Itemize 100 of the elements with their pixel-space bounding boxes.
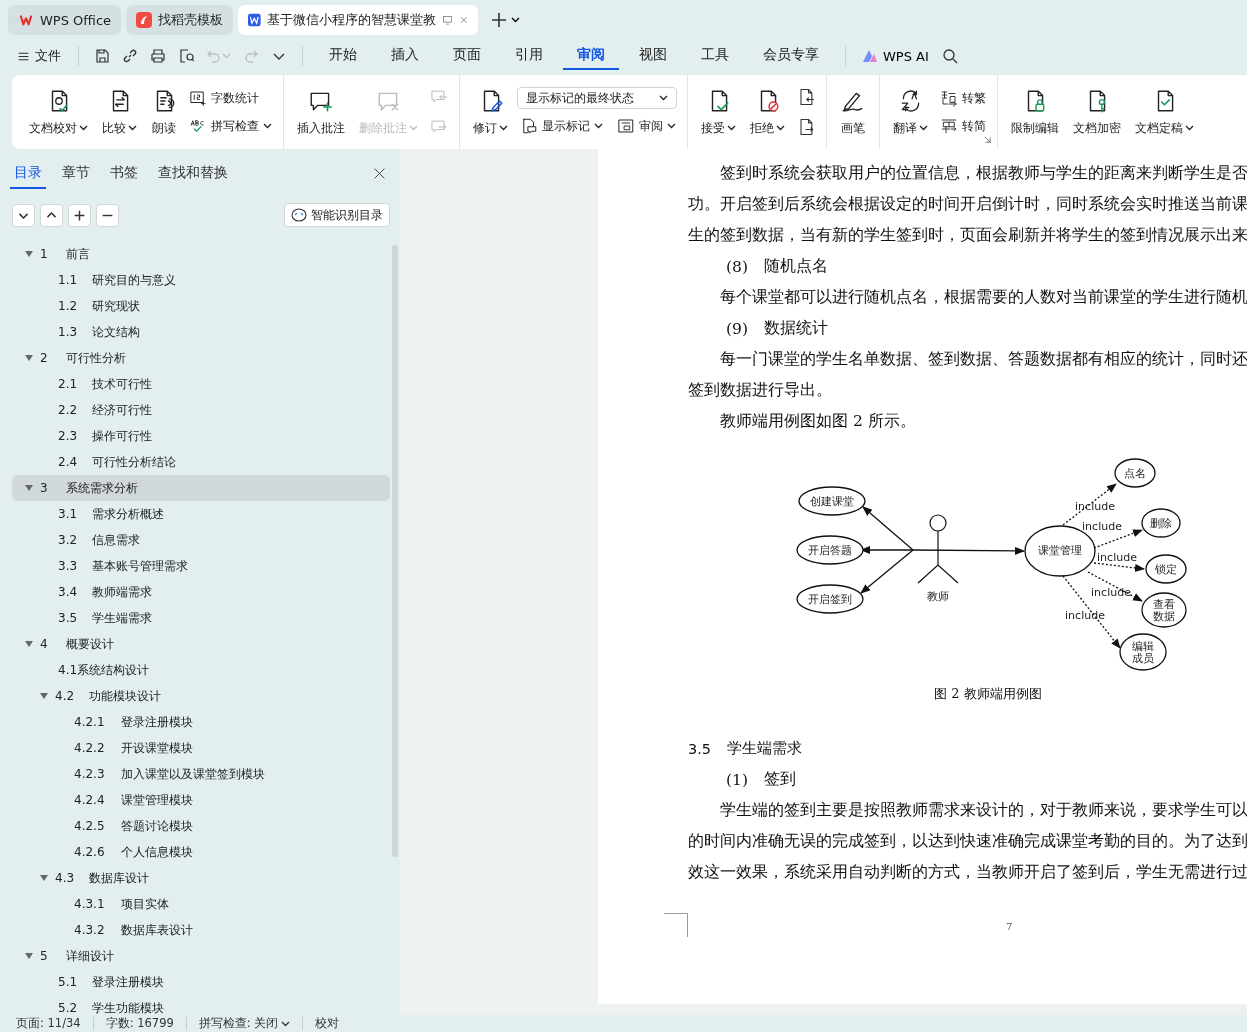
toc-item[interactable]: 4.3 数据库设计 bbox=[12, 865, 390, 891]
use-case: 开启答题 bbox=[796, 535, 864, 565]
toc-item[interactable]: 3.5 学生端需求 bbox=[12, 605, 390, 631]
ribbon-tab[interactable]: 页面 bbox=[439, 42, 495, 70]
ribbon-tab[interactable]: 插入 bbox=[377, 42, 433, 70]
ai-button[interactable]: WPS AI bbox=[858, 45, 933, 67]
ribbon-button[interactable]: 朗读 bbox=[146, 83, 182, 141]
expand-arrow-icon[interactable] bbox=[25, 251, 33, 257]
print-preview-icon bbox=[178, 48, 194, 64]
ribbon-button[interactable]: 转繁 bbox=[937, 87, 989, 109]
toc-item[interactable]: 1 前言 bbox=[12, 241, 390, 267]
toc-item[interactable]: 4.2.5 答题讨论模块 bbox=[12, 813, 390, 839]
ribbon-button[interactable]: 翻译 bbox=[888, 83, 933, 141]
ribbon-button[interactable]: 插入批注 bbox=[292, 83, 350, 141]
toc-item[interactable]: 5.2 学生功能模块 bbox=[12, 995, 390, 1015]
toc-item[interactable]: 4.2.2 开设课堂模块 bbox=[12, 735, 390, 761]
pane-tab[interactable]: 查找和替换 bbox=[154, 161, 232, 189]
toc-item[interactable]: 4.3.1 项目实体 bbox=[12, 891, 390, 917]
crop-mark bbox=[664, 913, 688, 937]
ribbon-tab[interactable]: 引用 bbox=[501, 42, 557, 70]
toc-item[interactable]: 1.2 研究现状 bbox=[12, 293, 390, 319]
ribbon-button[interactable]: 审阅 bbox=[614, 115, 679, 137]
toc-item[interactable]: 3.4 教师端需求 bbox=[12, 579, 390, 605]
ribbon-button[interactable]: 接受 bbox=[696, 83, 741, 141]
ribbon-button[interactable]: 比较 bbox=[97, 83, 142, 141]
ribbon-button[interactable]: 字数统计 bbox=[186, 87, 275, 109]
toc-item[interactable]: 1.1 研究目的与意义 bbox=[12, 267, 390, 293]
promote-button[interactable] bbox=[68, 203, 91, 227]
toc-item[interactable]: 2 可行性分析 bbox=[12, 345, 390, 371]
ribbon-tab[interactable]: 会员专享 bbox=[749, 42, 833, 70]
save-icon bbox=[94, 48, 110, 64]
redo-icon bbox=[243, 48, 259, 64]
ribbon-button[interactable]: 限制编辑 bbox=[1006, 83, 1064, 141]
pane-tab[interactable]: 目录 bbox=[10, 161, 46, 189]
ribbon-button[interactable]: 修订 bbox=[468, 83, 513, 141]
expand-arrow-icon[interactable] bbox=[25, 953, 33, 959]
list-heading: 随机点名 bbox=[763, 256, 828, 277]
status-item[interactable]: 校对 bbox=[303, 1017, 352, 1030]
toc-item[interactable]: 3.3 基本账号管理需求 bbox=[12, 553, 390, 579]
toc-item[interactable]: 4.1系统结构设计 bbox=[12, 657, 390, 683]
expand-button[interactable] bbox=[40, 203, 63, 227]
print-icon bbox=[150, 48, 166, 64]
toc-item[interactable]: 2.4 可行性分析结论 bbox=[12, 449, 390, 475]
toc-item[interactable]: 3.1 需求分析概述 bbox=[12, 501, 390, 527]
toc-item[interactable]: 2.2 经济可行性 bbox=[12, 397, 390, 423]
expand-arrow-icon[interactable] bbox=[40, 693, 48, 699]
ribbon-button[interactable]: 拒绝 bbox=[745, 83, 790, 141]
expand-arrow-icon[interactable] bbox=[25, 485, 33, 491]
toc-item[interactable]: 3 系统需求分析 bbox=[12, 475, 390, 501]
expand-arrow-icon[interactable] bbox=[25, 355, 33, 361]
paragraph-line: 签到数据进行导出。 bbox=[688, 380, 833, 401]
ribbon-button[interactable]: 画笔 bbox=[835, 83, 871, 141]
include-label: include bbox=[1065, 609, 1105, 622]
ribbon-tab[interactable]: 视图 bbox=[625, 42, 681, 70]
ribbon-tab[interactable]: 工具 bbox=[687, 42, 743, 70]
toc-item[interactable]: 3.2 信息需求 bbox=[12, 527, 390, 553]
file-menu[interactable]: 文件 bbox=[12, 44, 66, 68]
ribbon-button[interactable]: 拼写检查 bbox=[186, 115, 275, 137]
dropdown-field[interactable]: 显示标记的最终状态 bbox=[517, 87, 677, 109]
scrollbar[interactable] bbox=[392, 245, 398, 857]
paragraph-line: 每一门课堂的学生名单数据、签到数据、答题数据都有相应的统计，同时还 bbox=[719, 349, 1247, 370]
ribbon-tab[interactable]: 审阅 bbox=[563, 42, 619, 70]
toc-item[interactable]: 2.1 技术可行性 bbox=[12, 371, 390, 397]
toc-item[interactable]: 4.3.2 数据库表设计 bbox=[12, 917, 390, 943]
expand-arrow-icon[interactable] bbox=[25, 641, 33, 647]
section-heading: 学生端需求 bbox=[727, 739, 803, 758]
status-item[interactable]: 页面: 11/34 bbox=[16, 1017, 94, 1030]
toc-item[interactable]: 1.3 论文结构 bbox=[12, 319, 390, 345]
ribbon-button[interactable]: 文档加密 bbox=[1068, 83, 1126, 141]
use-case: 查看数据 bbox=[1141, 592, 1187, 628]
ribbon-button[interactable]: 文档定稿 bbox=[1130, 83, 1199, 141]
title-tab[interactable]: 找稻壳模板 bbox=[126, 5, 234, 35]
undo-icon bbox=[206, 48, 222, 64]
title-tab[interactable]: WPS Office bbox=[8, 5, 122, 35]
toc-item[interactable]: 4 概要设计 bbox=[12, 631, 390, 657]
toc-item[interactable]: 4.2.3 加入课堂以及课堂签到模块 bbox=[12, 761, 390, 787]
status-item[interactable]: 字数: 16799 bbox=[93, 1017, 187, 1030]
ribbon-tab[interactable]: 开始 bbox=[315, 42, 371, 70]
search-icon bbox=[941, 48, 958, 64]
toc-item[interactable]: 4.2 功能模块设计 bbox=[12, 683, 390, 709]
collapse-button[interactable] bbox=[12, 203, 35, 227]
toc-item[interactable]: 5.1 登录注册模块 bbox=[12, 969, 390, 995]
ribbon-button[interactable]: 文档校对 bbox=[24, 83, 93, 141]
ribbon-button[interactable]: 显示标记 bbox=[517, 115, 606, 137]
toc-item[interactable]: 5 详细设计 bbox=[12, 943, 390, 969]
smart-toc-button[interactable]: 智能识别目录 bbox=[284, 203, 390, 227]
toc-item[interactable]: 2.3 操作可行性 bbox=[12, 423, 390, 449]
pane-tab[interactable]: 书签 bbox=[106, 161, 142, 189]
status-item[interactable]: 拼写检查: 关闭 bbox=[186, 1017, 304, 1030]
logo-icon bbox=[136, 12, 153, 28]
paragraph-line: 功。开启签到后系统会根据设定的时间开启倒计时，同时系统会实时推送当前课 bbox=[688, 194, 1247, 215]
title-tab[interactable]: 基于微信小程序的智慧课堂教 bbox=[238, 5, 479, 35]
toc-item[interactable]: 4.2.1 登录注册模块 bbox=[12, 709, 390, 735]
toc-item[interactable]: 4.2.6 个人信息模块 bbox=[12, 839, 390, 865]
pane-tab[interactable]: 章节 bbox=[58, 161, 94, 189]
close-icon bbox=[458, 14, 469, 26]
expand-arrow-icon[interactable] bbox=[40, 875, 48, 881]
toc-item[interactable]: 4.2.4 课堂管理模块 bbox=[12, 787, 390, 813]
use-case: 编辑成员 bbox=[1119, 633, 1167, 671]
ribbon-button[interactable]: 转简 bbox=[937, 115, 989, 137]
